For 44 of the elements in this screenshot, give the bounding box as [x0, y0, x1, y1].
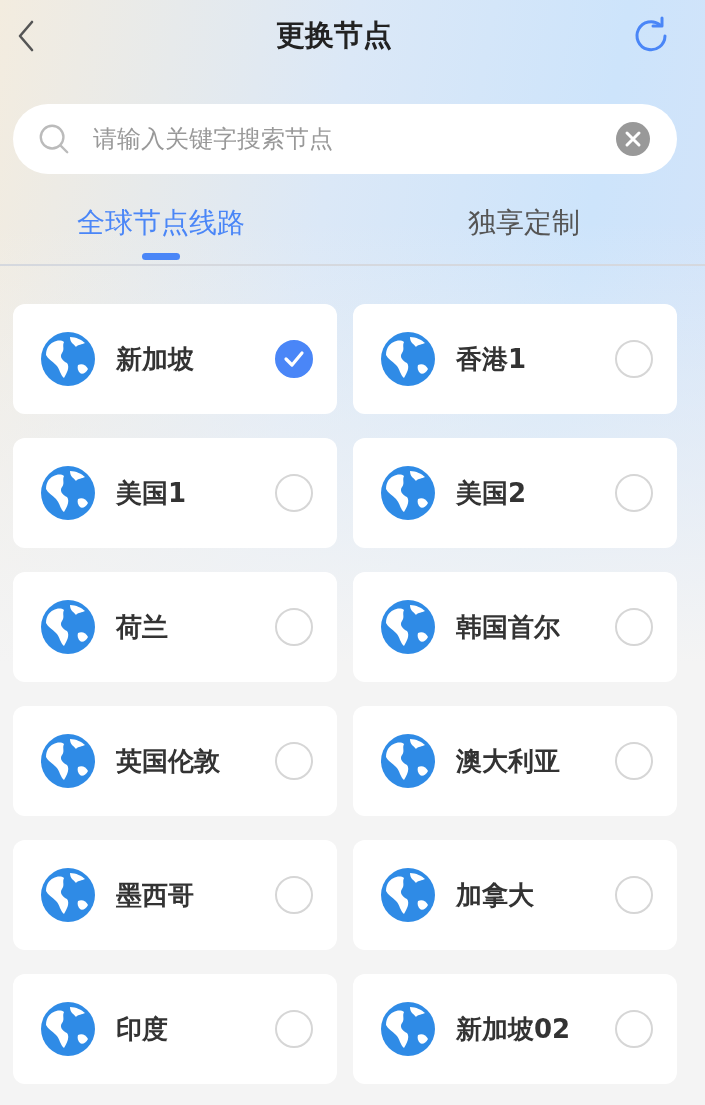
- globe-icon: [380, 331, 436, 387]
- globe-icon: [40, 867, 96, 923]
- globe-icon: [380, 1001, 436, 1057]
- node-card[interactable]: 香港1: [353, 304, 677, 414]
- globe-icon: [40, 331, 96, 387]
- clear-icon[interactable]: [615, 121, 651, 157]
- node-name: 英国伦敦: [116, 744, 221, 778]
- node-name: 新加坡02: [456, 1012, 572, 1046]
- node-name: 澳大利亚: [456, 744, 561, 778]
- node-card[interactable]: 墨西哥: [13, 840, 337, 950]
- node-card[interactable]: 英国伦敦: [13, 706, 337, 816]
- node-name: 新加坡: [116, 342, 195, 376]
- node-card[interactable]: 澳大利亚: [353, 706, 677, 816]
- back-icon[interactable]: [16, 19, 36, 53]
- node-card[interactable]: 美国2: [353, 438, 677, 548]
- globe-icon: [380, 867, 436, 923]
- node-card[interactable]: 加拿大: [353, 840, 677, 950]
- globe-icon: [380, 599, 436, 655]
- globe-icon: [40, 599, 96, 655]
- node-name: 墨西哥: [116, 878, 195, 912]
- node-name: 美国1: [116, 476, 188, 510]
- node-card[interactable]: 韩国首尔: [353, 572, 677, 682]
- search-icon: [37, 122, 71, 156]
- globe-icon: [380, 465, 436, 521]
- search-field[interactable]: 请输入关键字搜索节点: [13, 104, 677, 174]
- node-name: 香港1: [456, 342, 528, 376]
- node-name: 荷兰: [116, 610, 169, 644]
- node-name: 印度: [116, 1012, 169, 1046]
- node-card[interactable]: 新加坡02: [353, 974, 677, 1084]
- node-card[interactable]: 荷兰: [13, 572, 337, 682]
- node-name: 韩国首尔: [456, 610, 561, 644]
- tab[interactable]: 独享定制: [342, 188, 705, 264]
- node-name: 加拿大: [456, 878, 535, 912]
- node-name: 美国2: [456, 476, 528, 510]
- node-card[interactable]: 印度: [13, 974, 337, 1084]
- search-input[interactable]: 请输入关键字搜索节点: [91, 124, 595, 154]
- globe-icon: [40, 1001, 96, 1057]
- node-card[interactable]: 美国1: [13, 438, 337, 548]
- globe-icon: [380, 733, 436, 789]
- radio-button[interactable]: [275, 340, 313, 378]
- node-card[interactable]: 新加坡: [13, 304, 337, 414]
- globe-icon: [40, 465, 96, 521]
- page-title: 更换节点: [275, 17, 392, 54]
- globe-icon: [40, 733, 96, 789]
